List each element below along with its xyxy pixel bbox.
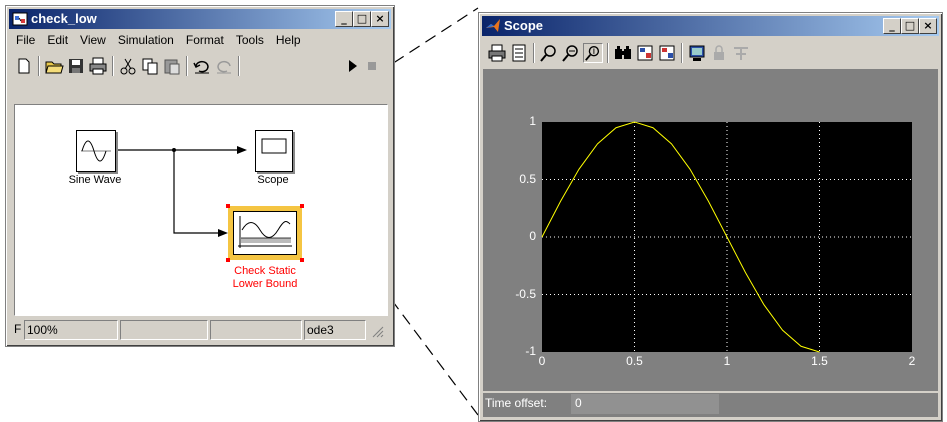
check-static-lower-bound-label: Check Static Lower Bound [220, 265, 310, 291]
maximize-button[interactable]: □ [353, 11, 371, 27]
tick-labels: 0 0.5 1 1.5 2 1 0.5 0 -0.5 -1 [483, 69, 938, 391]
model-canvas[interactable]: Sine Wave Scope Check Static Lower Bound [14, 104, 388, 316]
toolbar-separator [38, 56, 40, 76]
x-tick-label: 1 [723, 354, 731, 368]
menu-view[interactable]: View [74, 30, 112, 47]
sine-wave-label: Sine Wave [68, 174, 122, 186]
stop-icon[interactable] [362, 56, 382, 76]
floating-scope-icon[interactable] [687, 43, 707, 63]
scope-screen-icon [261, 138, 287, 154]
menubar: File Edit View Simulation Format Tools Help [10, 30, 390, 50]
save-icon[interactable] [66, 56, 86, 76]
check-static-lower-bound-block[interactable] [226, 204, 304, 262]
scope-label: Scope [257, 174, 289, 186]
restore-axes-icon[interactable] [657, 43, 677, 63]
paste-icon[interactable] [162, 56, 182, 76]
undo-icon[interactable] [192, 56, 212, 76]
status-solver: ode3 [304, 320, 366, 340]
menu-edit[interactable]: Edit [41, 30, 74, 47]
scope-window: Scope _ □ × 0 0.5 1 1.5 2 1 0.5 0 -0.5 -1 Time of… [478, 12, 943, 422]
lock-icon[interactable] [709, 43, 729, 63]
signal-selection-icon[interactable] [731, 43, 751, 63]
toolbar-separator [186, 56, 188, 76]
time-offset-value: 0 [575, 396, 582, 410]
time-offset-bar: Time offset: 0 [483, 393, 938, 417]
y-tick-label: 0 [529, 229, 536, 243]
toolbar-separator [681, 43, 683, 63]
time-offset-field: 0 [571, 394, 719, 414]
sine-wave-icon [81, 140, 111, 162]
zoom-x-icon[interactable] [561, 43, 581, 63]
scope-toolbar [483, 39, 938, 67]
open-folder-icon[interactable] [44, 56, 64, 76]
status-cell [210, 320, 302, 340]
parameters-icon[interactable] [509, 43, 529, 63]
menu-help[interactable]: Help [270, 30, 307, 47]
menu-format[interactable]: Format [180, 30, 230, 47]
time-offset-label: Time offset: [485, 396, 548, 410]
menu-simulation[interactable]: Simulation [112, 30, 180, 47]
print-icon[interactable] [487, 43, 507, 63]
check-label-line1: Check Static [234, 265, 296, 277]
menu-file[interactable]: File [10, 30, 41, 47]
toolbar-separator [112, 56, 114, 76]
minimize-button[interactable]: _ [335, 11, 353, 27]
x-tick-label: 1.5 [811, 354, 828, 368]
close-button[interactable]: × [371, 11, 389, 27]
check-label-line2: Lower Bound [232, 278, 298, 290]
status-prefix: F [14, 322, 22, 336]
play-icon[interactable] [342, 56, 362, 76]
scope-titlebar[interactable]: Scope _ □ × [482, 16, 939, 36]
window-title: check_low [31, 11, 97, 26]
print-icon[interactable] [88, 56, 108, 76]
maximize-button[interactable]: □ [901, 18, 919, 34]
y-tick-label: 1 [529, 114, 536, 128]
zoom-in-icon[interactable] [539, 43, 559, 63]
toolbar-separator [238, 56, 240, 76]
scope-plot-area[interactable]: 0 0.5 1 1.5 2 1 0.5 0 -0.5 -1 [483, 69, 938, 391]
y-tick-label: 0.5 [519, 171, 536, 186]
window-title: Scope [504, 18, 544, 33]
menu-tools[interactable]: Tools [230, 30, 270, 47]
save-axes-icon[interactable] [635, 43, 655, 63]
model-window: check_low _ □ × File Edit View Simulation Fo… [5, 5, 395, 347]
redo-icon[interactable] [214, 56, 234, 76]
y-tick-label: -1 [525, 344, 536, 358]
bound-check-icon [238, 216, 292, 248]
new-file-icon[interactable] [14, 56, 34, 76]
minimize-button[interactable]: _ [883, 18, 901, 34]
status-zoom: 100% [24, 320, 118, 340]
y-tick-label: -0.5 [515, 286, 536, 301]
autoscale-binoculars-icon[interactable] [613, 43, 633, 63]
x-tick-label: 2 [908, 354, 916, 368]
x-tick-label: 0.5 [626, 354, 643, 368]
toolbar-separator [533, 43, 535, 63]
zoom-y-icon[interactable] [583, 43, 603, 63]
status-bar: F 100% ode3 [14, 320, 386, 340]
scope-block[interactable] [255, 130, 293, 172]
simulink-model-icon [12, 12, 28, 26]
copy-icon[interactable] [140, 56, 160, 76]
cut-icon[interactable] [118, 56, 138, 76]
model-toolbar [10, 52, 390, 80]
signal-lines [114, 146, 247, 237]
status-cell [120, 320, 208, 340]
close-button[interactable]: × [919, 18, 937, 34]
model-titlebar[interactable]: check_low _ □ × [9, 9, 391, 29]
resize-grip-icon[interactable] [370, 324, 384, 338]
toolbar-separator [607, 43, 609, 63]
sine-wave-block[interactable] [76, 130, 116, 172]
matlab-icon [486, 19, 500, 32]
